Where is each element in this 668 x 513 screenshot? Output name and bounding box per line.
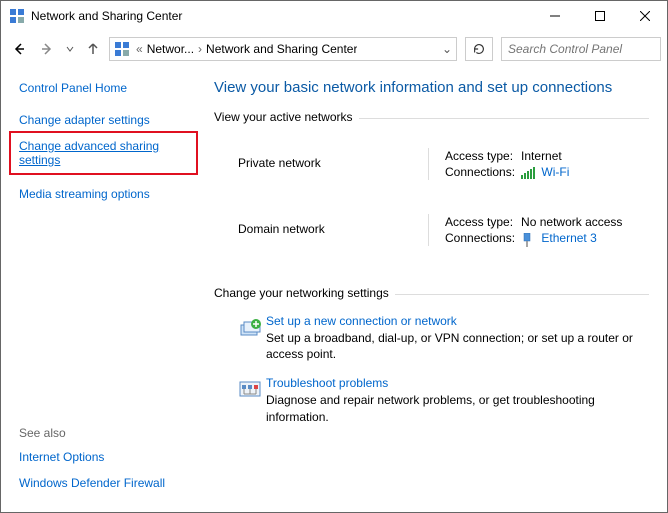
chevron-right-icon[interactable]: › [194, 42, 206, 56]
ethernet-icon [521, 233, 535, 245]
sidebar-media-streaming[interactable]: Media streaming options [19, 187, 196, 201]
chevron-down-icon[interactable]: ⌄ [440, 42, 454, 56]
minimize-button[interactable] [532, 1, 577, 31]
recent-dropdown[interactable] [63, 37, 77, 61]
networking-settings-label: Change your networking settings [214, 286, 395, 300]
network-row: Private network Access type: Internet Co… [214, 130, 649, 194]
sidebar-change-adapter[interactable]: Change adapter settings [19, 113, 196, 127]
connection-link-ethernet[interactable]: Ethernet 3 [541, 231, 596, 245]
forward-button[interactable] [35, 37, 59, 61]
window-title: Network and Sharing Center [31, 9, 532, 23]
page-heading: View your basic network information and … [214, 79, 649, 96]
breadcrumb-seg-1[interactable]: Networ... [147, 42, 194, 56]
troubleshoot-desc: Diagnose and repair network problems, or… [266, 393, 595, 423]
setting-row: Set up a new connection or network Set u… [214, 306, 649, 368]
breadcrumb[interactable]: « Networ... › Network and Sharing Center… [109, 37, 457, 61]
sidebar-change-advanced-sharing[interactable]: Change advanced sharing settings [19, 139, 188, 167]
network-name: Private network [238, 148, 428, 180]
search-box[interactable] [501, 37, 661, 61]
setting-row: Troubleshoot problems Diagnose and repai… [214, 368, 649, 430]
sidebar-defender-firewall[interactable]: Windows Defender Firewall [19, 476, 196, 490]
refresh-button[interactable] [465, 37, 493, 61]
network-name: Domain network [238, 214, 428, 246]
sidebar-control-panel-home[interactable]: Control Panel Home [19, 81, 196, 95]
breadcrumb-icon [114, 41, 130, 57]
active-networks-label: View your active networks [214, 110, 359, 124]
wifi-signal-icon [521, 167, 535, 179]
highlight-box: Change advanced sharing settings [9, 131, 198, 175]
breadcrumb-seg-2[interactable]: Network and Sharing Center [206, 42, 357, 56]
new-connection-icon [238, 314, 266, 362]
search-input[interactable] [506, 41, 667, 57]
title-bar: Network and Sharing Center [1, 1, 667, 31]
troubleshoot-icon [238, 376, 266, 424]
access-type-value: No network access [521, 214, 628, 230]
back-button[interactable] [7, 37, 31, 61]
active-networks-group: View your active networks [214, 110, 649, 124]
troubleshoot-link[interactable]: Troubleshoot problems [266, 376, 649, 390]
breadcrumb-sep: « [132, 42, 147, 56]
network-row: Domain network Access type: No network a… [214, 196, 649, 260]
maximize-button[interactable] [577, 1, 622, 31]
see-also-header: See also [19, 426, 196, 440]
connection-link-wifi[interactable]: Wi-Fi [541, 165, 569, 179]
toolbar: « Networ... › Network and Sharing Center… [1, 31, 667, 67]
connections-label: Connections: [445, 230, 521, 246]
close-button[interactable] [622, 1, 667, 31]
access-type-label: Access type: [445, 148, 521, 164]
up-button[interactable] [81, 37, 105, 61]
access-type-value: Internet [521, 148, 575, 164]
app-icon [9, 8, 25, 24]
sidebar: Control Panel Home Change adapter settin… [1, 67, 206, 512]
setup-connection-desc: Set up a broadband, dial-up, or VPN conn… [266, 331, 633, 361]
main-content: View your basic network information and … [206, 67, 667, 512]
access-type-label: Access type: [445, 214, 521, 230]
sidebar-internet-options[interactable]: Internet Options [19, 450, 196, 464]
networking-settings-group: Change your networking settings [214, 286, 649, 300]
setup-connection-link[interactable]: Set up a new connection or network [266, 314, 649, 328]
connections-label: Connections: [445, 164, 521, 180]
